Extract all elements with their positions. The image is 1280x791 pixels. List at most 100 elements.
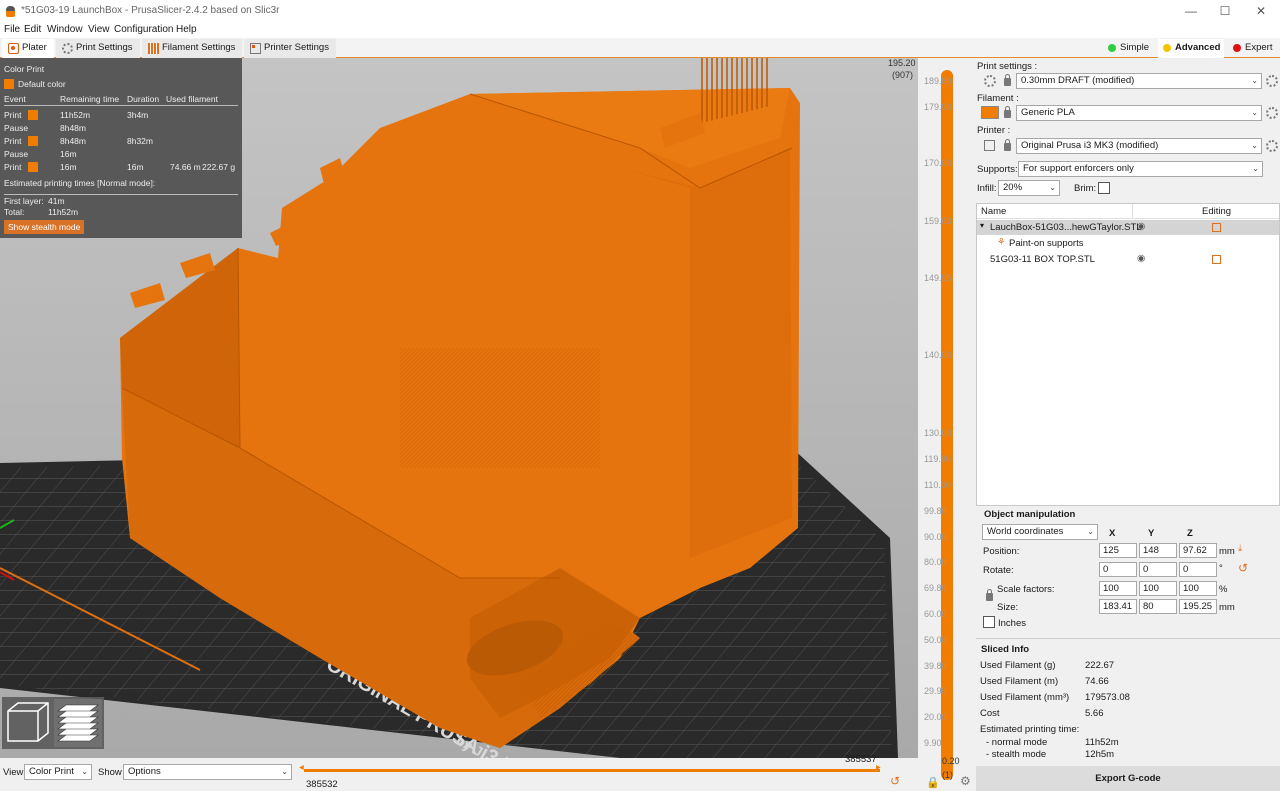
show-stealth-mode-button[interactable]: Show stealth mode (4, 220, 85, 234)
view-combo[interactable]: Color Print ⌄ (24, 764, 92, 780)
sliced-info-value: 5.66 (1085, 708, 1104, 719)
inches-checkbox[interactable] (983, 616, 995, 628)
tab-print-settings-label: Print Settings (76, 42, 133, 53)
scale-z-input[interactable]: 100 (1179, 581, 1217, 596)
menu-bar: File Edit Window View Configuration Help (0, 23, 1280, 38)
mode-simple-label: Simple (1120, 42, 1150, 53)
chevron-down-icon: ⌄ (1251, 141, 1258, 150)
tab-printer-settings[interactable]: Printer Settings (244, 39, 336, 58)
chevron-down-icon: ⌄ (1049, 183, 1056, 192)
slider-tick: 159.83 (924, 216, 952, 226)
filament-color-swatch[interactable] (981, 106, 999, 119)
total-label: Total: (4, 207, 25, 217)
legend-row-event: Pause (4, 123, 29, 133)
mode-expert[interactable]: Expert (1228, 39, 1278, 58)
size-y-input[interactable]: 80 (1139, 599, 1177, 614)
print-settings-combo[interactable]: 0.30mm DRAFT (modified) ⌄ (1016, 73, 1262, 89)
slider-settings-icon[interactable]: ⚙ (960, 774, 971, 788)
3d-view-icon[interactable] (7, 702, 49, 742)
rotate-unit: ° (1219, 563, 1223, 574)
maximize-button[interactable]: ☐ (1210, 2, 1240, 20)
brim-checkbox[interactable] (1098, 182, 1110, 194)
export-gcode-button[interactable]: Export G-code (976, 766, 1280, 791)
rotate-label: Rotate: (983, 565, 1014, 576)
chevron-down-icon: ⌄ (1087, 527, 1094, 536)
object-row[interactable]: ▾ LauchBox-51G03...hewGTaylor.STL ◉ (977, 220, 1279, 235)
object-row[interactable]: ⚘ Paint-on supports (977, 236, 1279, 251)
show-combo[interactable]: Options ⌄ (123, 764, 292, 780)
position-z-input[interactable]: 97.62 (1179, 543, 1217, 558)
mode-advanced[interactable]: Advanced (1158, 39, 1224, 58)
size-x-input[interactable]: 183.41 (1099, 599, 1137, 614)
scale-x-input[interactable]: 100 (1099, 581, 1137, 596)
slider-tick: 99.80 (924, 506, 947, 516)
position-y-input[interactable]: 148 (1139, 543, 1177, 558)
layer-slider[interactable]: 195.20 (907) 189.80 ⏸ 179.90 170.00 159.… (888, 58, 976, 791)
tab-print-settings[interactable]: Print Settings (56, 39, 140, 58)
h-slider-reset-icon[interactable]: ↺ (890, 774, 900, 788)
drop-to-bed-icon[interactable]: ⤓ (1238, 543, 1242, 554)
tab-plater[interactable]: Plater (2, 39, 54, 58)
slider-lock-icon[interactable]: 🔒 (926, 776, 940, 789)
chevron-down-icon[interactable]: ▾ (980, 221, 984, 230)
window-title: *51G03-19 LaunchBox - PrusaSlicer-2.4.2 … (21, 5, 280, 16)
slider-tick: 140.00 (924, 350, 952, 360)
position-x-input[interactable]: 125 (1099, 543, 1137, 558)
h-slider-right-value: 385537 (845, 754, 877, 765)
legend-row-remaining: 8h48m (60, 136, 86, 146)
slider-tick: 69.80 (924, 583, 947, 593)
slider-bottom-layer: (1) (942, 770, 953, 780)
rotate-x-input[interactable]: 0 (1099, 562, 1137, 577)
menu-help[interactable]: Help (176, 24, 197, 35)
supports-combo[interactable]: For support enforcers only ⌄ (1018, 161, 1263, 177)
minimize-button[interactable]: — (1176, 2, 1206, 20)
advanced-mode-icon (1163, 44, 1171, 52)
layer-slider-track[interactable] (941, 70, 953, 780)
eye-icon[interactable]: ◉ (1137, 221, 1145, 232)
size-label: Size: (997, 602, 1019, 613)
edit-icon[interactable] (1212, 223, 1221, 232)
size-z-input[interactable]: 195.25 (1179, 599, 1217, 614)
default-color-swatch (4, 79, 14, 89)
filament-gear-icon[interactable] (1266, 107, 1278, 119)
tab-filament-settings[interactable]: Filament Settings (142, 39, 242, 58)
filament-combo[interactable]: Generic PLA ⌄ (1016, 105, 1262, 121)
spool-icon (148, 43, 159, 54)
printer-gear-icon[interactable] (1266, 140, 1278, 152)
rotate-y-input[interactable]: 0 (1139, 562, 1177, 577)
h-slider-left-thumb[interactable]: ◂ (299, 762, 304, 773)
reset-rotation-icon[interactable]: ↺ (1238, 561, 1248, 575)
edit-icon[interactable] (1212, 255, 1221, 264)
infill-combo[interactable]: 20% ⌄ (998, 180, 1060, 196)
bottom-toolbar: View Color Print ⌄ Show Options ⌄ 385537 ◂… (0, 754, 918, 791)
position-label: Position: (983, 546, 1020, 557)
rotate-z-input[interactable]: 0 (1179, 562, 1217, 577)
h-slider-right-thumb[interactable]: ▸ (876, 762, 881, 773)
menu-view[interactable]: View (88, 24, 110, 35)
close-button[interactable]: ✕ (1246, 2, 1276, 20)
print-settings-gear-icon[interactable] (1266, 75, 1278, 87)
eye-icon[interactable]: ◉ (1137, 253, 1145, 264)
tab-printer-settings-label: Printer Settings (264, 42, 329, 53)
legend-title: Color Print (4, 64, 45, 74)
slider-tick: 189.80 (924, 76, 952, 86)
view-toggle-icons (7, 699, 102, 747)
preview-layers-icon[interactable] (54, 699, 102, 747)
menu-edit[interactable]: Edit (24, 24, 41, 35)
sliced-info: Sliced Info Used Filament (g) 222.67 Use… (976, 638, 1280, 762)
menu-file[interactable]: File (4, 24, 20, 35)
printer-combo[interactable]: Original Prusa i3 MK3 (modified) ⌄ (1016, 138, 1262, 154)
legend-row-filament-m: 74.66 m (170, 162, 201, 172)
printer-icon (250, 43, 261, 54)
scale-lock-icon[interactable] (986, 589, 993, 601)
horizontal-slider-track[interactable] (304, 769, 880, 772)
coordinate-system-combo[interactable]: World coordinates ⌄ (982, 524, 1098, 540)
object-row[interactable]: 51G03-11 BOX TOP.STL ◉ (977, 252, 1279, 267)
menu-window[interactable]: Window (47, 24, 83, 35)
sliced-info-value: 74.66 (1085, 676, 1109, 687)
scale-y-input[interactable]: 100 (1139, 581, 1177, 596)
mode-simple[interactable]: Simple (1103, 39, 1156, 58)
3d-viewport[interactable]: ORIGINAL PRUSA i3 M by J Color Pri (0, 58, 918, 758)
stealth-mode-value: 12h5m (1085, 749, 1115, 760)
menu-configuration[interactable]: Configuration (114, 24, 173, 35)
